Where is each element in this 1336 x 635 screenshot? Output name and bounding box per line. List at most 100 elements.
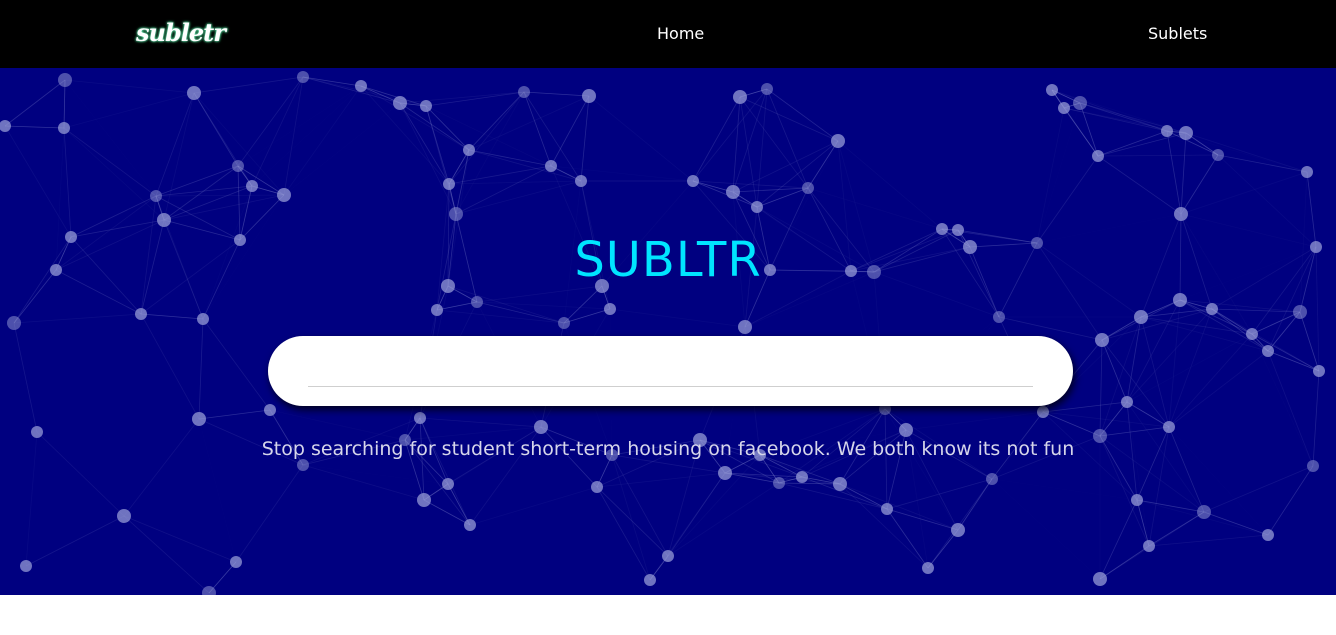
network-node — [1073, 96, 1087, 110]
network-node — [1131, 494, 1143, 506]
logo[interactable]: subletr — [136, 18, 226, 48]
network-line — [1080, 103, 1218, 155]
network-line — [360, 85, 470, 151]
network-line — [649, 472, 726, 581]
network-node — [150, 190, 162, 202]
network-node — [230, 556, 242, 568]
network-node — [246, 180, 258, 192]
network-line — [469, 486, 598, 526]
network-node — [1301, 166, 1313, 178]
network-line — [1099, 339, 1103, 437]
network-line — [1136, 499, 1205, 513]
nav-link-home[interactable]: Home — [657, 24, 704, 44]
network-line — [140, 313, 200, 420]
network-node — [1313, 365, 1325, 377]
network-line — [692, 96, 741, 182]
network-node — [726, 185, 740, 199]
search-box — [268, 336, 1073, 406]
network-line — [193, 92, 285, 196]
network-line — [667, 482, 780, 557]
network-line — [611, 454, 651, 581]
network-line — [732, 96, 741, 193]
network-node — [197, 313, 209, 325]
network-node — [558, 317, 570, 329]
network-node — [751, 201, 763, 213]
network-line — [1185, 132, 1308, 173]
network-node — [393, 96, 407, 110]
network-line — [163, 194, 285, 221]
network-line — [1168, 308, 1213, 428]
network-line — [927, 529, 959, 569]
network-node — [591, 481, 603, 493]
network-node — [431, 304, 443, 316]
network-node — [7, 316, 21, 330]
network-line — [25, 515, 125, 567]
network-node — [420, 100, 432, 112]
network-node — [1161, 125, 1173, 137]
network-line — [611, 454, 669, 557]
network-node — [534, 420, 548, 434]
network-node — [1179, 126, 1193, 140]
network-line — [739, 96, 839, 142]
network-line — [123, 515, 237, 563]
network-line — [602, 286, 745, 327]
network-line — [455, 165, 552, 215]
network-line — [202, 318, 271, 411]
network-line — [609, 308, 746, 328]
network-line — [237, 76, 304, 167]
network-line — [468, 149, 552, 167]
network-line — [523, 91, 590, 97]
network-line — [1099, 426, 1170, 437]
network-line — [905, 411, 1044, 431]
network-line — [63, 127, 157, 197]
network-line — [399, 91, 525, 104]
network-node — [582, 89, 596, 103]
network-node — [443, 178, 455, 190]
network-line — [140, 313, 204, 320]
network-node — [796, 471, 808, 483]
network-line — [588, 95, 694, 182]
search-input[interactable] — [308, 348, 1033, 387]
network-node — [833, 477, 847, 491]
network-line — [399, 102, 450, 185]
network-node — [1174, 207, 1188, 221]
network-line — [1267, 311, 1301, 352]
network-node — [1262, 345, 1274, 357]
network-line — [992, 479, 1100, 579]
network-line — [123, 418, 200, 517]
network-line — [1168, 350, 1269, 428]
network-node — [1293, 305, 1307, 319]
network-node — [355, 80, 367, 92]
network-node — [1092, 150, 1104, 162]
network-node — [986, 473, 998, 485]
network-line — [448, 91, 525, 185]
network-node — [899, 423, 913, 437]
tagline: Stop searching for student short-term ho… — [261, 438, 1075, 460]
network-line — [283, 85, 362, 196]
network-node — [518, 86, 530, 98]
network-line — [1180, 171, 1308, 215]
network-line — [1042, 401, 1128, 413]
network-node — [644, 574, 656, 586]
network-node — [442, 478, 454, 490]
network-line — [476, 301, 565, 324]
network-node — [718, 466, 732, 480]
network-line — [448, 180, 582, 185]
network-line — [958, 412, 1043, 530]
network-node — [449, 207, 463, 221]
network-line — [448, 484, 597, 487]
network-line — [13, 322, 38, 433]
network-node — [993, 311, 1005, 323]
network-node — [1058, 102, 1070, 114]
network-node — [232, 160, 244, 172]
network-line — [468, 95, 590, 151]
network-line — [886, 508, 929, 569]
network-line — [1203, 465, 1314, 513]
network-line — [123, 515, 210, 594]
network-line — [1097, 130, 1168, 157]
network-node — [1163, 421, 1175, 433]
network-line — [807, 187, 943, 230]
nav-link-sublets[interactable]: Sublets — [1148, 24, 1207, 44]
network-line — [455, 180, 582, 215]
network-line — [1251, 311, 1301, 335]
